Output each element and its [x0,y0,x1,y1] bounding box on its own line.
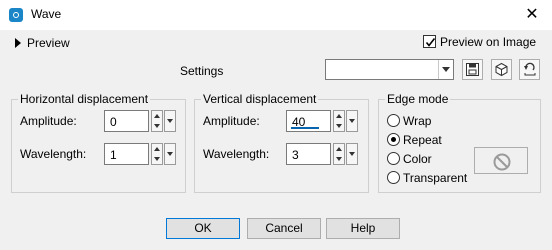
horizontal-wavelength-label: Wavelength: [20,147,87,161]
radio-button-selected[interactable] [387,133,400,146]
horizontal-amplitude-value: 0 [110,115,117,129]
window-title: Wave [31,7,62,21]
vertical-wavelength-value: 3 [292,148,299,162]
spin-dropdown-icon[interactable] [346,143,358,165]
checkmark-icon [425,38,436,47]
horizontal-wavelength-value: 1 [110,148,117,162]
save-preset-icon [466,63,479,76]
close-button[interactable]: ✕ [521,4,543,26]
vertical-wavelength-label: Wavelength: [203,147,270,161]
manage-presets-button[interactable] [491,59,512,80]
edge-color-swatch[interactable] [474,147,528,174]
edge-mode-wrap-label: Wrap [403,114,432,128]
spin-updown-icon[interactable] [333,143,345,165]
vertical-wavelength-input[interactable]: 3 [286,143,331,165]
focus-underline [291,127,319,129]
app-icon [9,8,23,22]
ok-button[interactable]: OK [166,218,240,239]
title-bar: Wave ✕ [0,0,552,30]
reset-button[interactable] [519,59,540,80]
horizontal-displacement-title: Horizontal displacement [18,92,151,106]
preview-label: Preview [27,36,70,50]
vertical-displacement-group: Vertical displacement Amplitude: 40 Wave… [194,92,369,193]
horizontal-wavelength-stepper[interactable]: 1 [104,143,177,165]
horizontal-wavelength-input[interactable]: 1 [104,143,149,165]
settings-dropdown[interactable] [325,59,454,80]
vertical-amplitude-input[interactable]: 40 [286,110,331,132]
horizontal-amplitude-input[interactable]: 0 [104,110,149,132]
manage-presets-icon [495,62,508,77]
cancel-button[interactable]: Cancel [247,218,321,239]
vertical-amplitude-label: Amplitude: [203,114,260,128]
spin-updown-icon[interactable] [151,110,163,132]
no-color-icon [493,153,511,171]
radio-button[interactable] [387,114,400,127]
spin-dropdown-icon[interactable] [164,110,176,132]
settings-label: Settings [180,64,224,78]
edge-mode-transparent-label: Transparent [403,171,468,185]
spin-dropdown-icon[interactable] [164,143,176,165]
vertical-amplitude-stepper[interactable]: 40 [286,110,359,132]
edge-mode-color-label: Color [403,152,432,166]
expand-triangle-icon [15,38,21,48]
horizontal-amplitude-stepper[interactable]: 0 [104,110,177,132]
save-preset-button[interactable] [462,59,483,80]
spin-updown-icon[interactable] [333,110,345,132]
horizontal-amplitude-label: Amplitude: [20,114,77,128]
spin-updown-icon[interactable] [151,143,163,165]
reset-icon [524,62,536,76]
preview-on-image-checkbox[interactable] [423,35,436,48]
edge-mode-title: Edge mode [385,92,451,106]
radio-button[interactable] [387,152,400,165]
preview-on-image-label: Preview on Image [440,35,537,49]
vertical-wavelength-stepper[interactable]: 3 [286,143,359,165]
edge-mode-repeat-label: Repeat [403,133,442,147]
radio-button[interactable] [387,171,400,184]
help-button[interactable]: Help [326,218,400,239]
spin-dropdown-icon[interactable] [346,110,358,132]
vertical-displacement-title: Vertical displacement [201,92,319,106]
horizontal-displacement-group: Horizontal displacement Amplitude: 0 Wav… [11,92,186,193]
dropdown-arrow-icon[interactable] [438,60,453,79]
